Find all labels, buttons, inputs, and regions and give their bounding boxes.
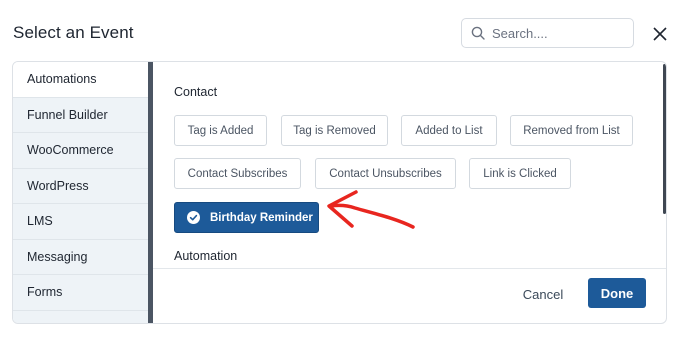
event-contact-subscribes[interactable]: Contact Subscribes bbox=[174, 158, 301, 189]
sidebar-item-wordpress[interactable]: WordPress bbox=[13, 169, 149, 204]
sidebar-item-funnel-builder[interactable]: Funnel Builder bbox=[13, 98, 149, 133]
sidebar-item-forms[interactable]: Forms bbox=[13, 275, 149, 311]
footer-divider bbox=[153, 268, 666, 269]
done-button[interactable]: Done bbox=[588, 278, 646, 308]
close-icon bbox=[653, 27, 667, 41]
event-birthday-reminder[interactable]: Birthday Reminder bbox=[174, 202, 319, 233]
section-title-contact: Contact bbox=[174, 85, 218, 99]
sidebar-item-woocommerce[interactable]: WooCommerce bbox=[13, 133, 149, 169]
sidebar-item-lms[interactable]: LMS bbox=[13, 204, 149, 240]
event-tag-is-added[interactable]: Tag is Added bbox=[174, 115, 267, 146]
search-icon bbox=[471, 26, 485, 40]
event-removed-from-list[interactable]: Removed from List bbox=[510, 115, 633, 146]
event-contact-unsubscribes[interactable]: Contact Unsubscribes bbox=[315, 158, 456, 189]
event-added-to-list[interactable]: Added to List bbox=[401, 115, 497, 146]
search-input[interactable] bbox=[492, 25, 622, 41]
section-title-automation: Automation bbox=[174, 249, 238, 263]
category-sidebar: Automations Funnel Builder WooCommerce W… bbox=[13, 62, 149, 323]
sidebar-item-messaging[interactable]: Messaging bbox=[13, 240, 149, 275]
modal-title: Select an Event bbox=[13, 23, 134, 42]
sidebar-item-automations[interactable]: Automations bbox=[13, 62, 149, 98]
event-tag-is-removed[interactable]: Tag is Removed bbox=[281, 115, 388, 146]
event-birthday-reminder-label: Birthday Reminder bbox=[210, 211, 313, 224]
search-box[interactable] bbox=[461, 18, 634, 48]
check-circle-icon bbox=[187, 211, 200, 224]
event-picker-panel: Automations Funnel Builder WooCommerce W… bbox=[12, 61, 667, 324]
events-content: Contact Tag is Added Tag is Removed Adde… bbox=[153, 62, 666, 268]
content-scrollbar[interactable] bbox=[663, 64, 666, 214]
cancel-button[interactable]: Cancel bbox=[520, 283, 566, 305]
event-link-is-clicked[interactable]: Link is Clicked bbox=[469, 158, 571, 189]
close-button[interactable] bbox=[651, 25, 669, 43]
